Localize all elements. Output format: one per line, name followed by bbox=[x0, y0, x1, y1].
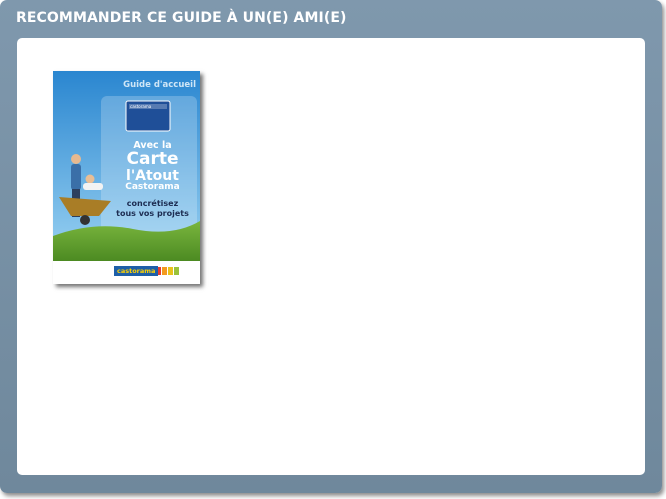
recommend-panel: RECOMMANDER CE GUIDE À UN(E) AMI(E) Guid… bbox=[0, 0, 662, 493]
cover-line-carte: Carte bbox=[126, 149, 179, 169]
card-brand-text: castorama bbox=[130, 104, 152, 109]
cover-line-brand: Castorama bbox=[125, 182, 180, 192]
panel-title: RECOMMANDER CE GUIDE À UN(E) AMI(E) bbox=[16, 10, 347, 26]
cover-line-atout: l'Atout bbox=[126, 168, 179, 184]
castorama-logo: castorama bbox=[114, 266, 159, 276]
content-area: Guide d'accueil castorama Avec la Carte … bbox=[17, 38, 645, 475]
cover-slogan-1: concrétisez bbox=[126, 199, 179, 208]
cover-guide-label: Guide d'accueil bbox=[123, 80, 196, 90]
cover-slogan-2: tous vos projets bbox=[116, 209, 189, 218]
guide-cover-image[interactable]: Guide d'accueil castorama Avec la Carte … bbox=[53, 71, 200, 284]
